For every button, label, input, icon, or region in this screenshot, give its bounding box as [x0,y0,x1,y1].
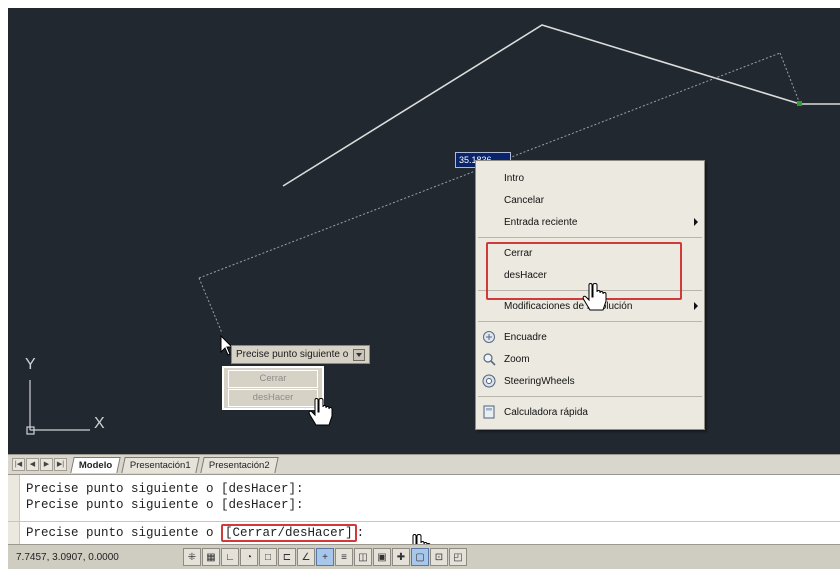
command-prompt-text: Precise punto siguiente o [26,526,222,540]
dynamic-input-prompt[interactable]: Precise punto siguiente o [231,345,371,364]
tab-navigation: |◀ ◀ ▶ ▶| [12,458,68,471]
tab-label: Modelo [78,459,113,471]
lineweight-icon[interactable]: ≡ [335,548,353,566]
drawing-geometry [26,24,840,435]
command-history-line: Precise punto siguiente o [desHacer]: [26,498,304,512]
menu-item-label: SteeringWheels [504,375,575,387]
quick-properties-icon[interactable]: ▣ [373,548,391,566]
steering-wheels-icon [482,374,496,388]
hand-cursor-icon [582,283,607,311]
menu-item-label: Calculadora rápida [504,406,588,418]
menu-item-zoom[interactable]: Zoom [476,348,704,370]
ucs-icon [26,380,90,435]
status-bar: 7.7457, 3.0907, 0.0000 ⁜ ▦ ∟ ◔ □ ⊏ ∠ + ≡… [8,544,840,569]
ucs-y-label: Y [25,356,36,373]
menu-item-label: Intro [504,172,525,184]
next-tab-icon[interactable]: ▶ [40,458,53,471]
selection-cycling-icon[interactable]: ✚ [392,548,410,566]
command-history-line: Precise punto siguiente o [desHacer]: [26,482,304,496]
model-paper-icon[interactable]: ⊡ [430,548,448,566]
hand-cursor-icon [308,398,333,426]
menu-item-encuadre[interactable]: Encuadre [476,326,704,348]
menu-item-entrada-reciente[interactable]: Entrada reciente [476,211,704,233]
dynamic-prompt-text: Precise punto siguiente o [236,349,349,360]
zoom-icon [483,353,496,366]
ucs-x-label: X [94,415,105,432]
menu-item-label: Zoom [504,353,530,365]
submenu-arrow-icon [694,302,698,310]
menu-item-label: Modificaciones de resolución [504,300,633,312]
object-snap-tracking-icon[interactable]: ⊏ [278,548,296,566]
quick-view-icon[interactable]: ◰ [449,548,467,566]
last-tab-icon[interactable]: ▶| [54,458,67,471]
tab-label: Presentación2 [208,459,270,471]
layout-tabs-bar: |◀ ◀ ▶ ▶| Modelo Presentación1 Presentac… [8,454,840,474]
first-tab-icon[interactable]: |◀ [12,458,25,471]
command-options-highlight[interactable]: [Cerrar/desHacer] [221,524,357,542]
status-coordinates[interactable]: 7.7457, 3.0907, 0.0000 [8,552,183,563]
endpoint-marker [797,101,802,106]
tab-presentacion1[interactable]: Presentación1 [121,456,200,473]
menu-separator [478,396,702,397]
polar-tracking-icon[interactable]: ◔ [240,548,258,566]
grid-display-icon[interactable]: ▦ [202,548,220,566]
annotation-monitor-icon[interactable]: ▢ [411,548,429,566]
drawing-canvas[interactable]: Y X [8,8,840,454]
object-snap-icon[interactable]: □ [259,548,277,566]
transparency-icon[interactable]: ◫ [354,548,372,566]
menu-item-intro[interactable]: Intro [476,167,704,189]
menu-item-label: Cancelar [504,194,545,206]
tab-modelo[interactable]: Modelo [70,456,121,473]
rubber-band-line [198,277,223,334]
snap-mode-icon[interactable]: ⁜ [183,548,201,566]
menu-item-label: Encuadre [504,331,547,343]
dynamic-option-cerrar[interactable]: Cerrar [228,370,318,388]
command-history: Precise punto siguiente o [desHacer]: Pr… [26,481,304,513]
calculator-icon [483,405,495,419]
prev-tab-icon[interactable]: ◀ [26,458,39,471]
menu-item-steeringwheels[interactable]: SteeringWheels [476,370,704,392]
command-prompt-suffix: : [356,526,365,540]
pan-icon [483,331,495,343]
allow-ucs-icon[interactable]: ∠ [297,548,315,566]
submenu-arrow-icon [694,218,698,226]
menu-item-label: Entrada reciente [504,216,578,228]
ortho-mode-icon[interactable]: ∟ [221,548,239,566]
tab-label: Presentación1 [130,459,191,471]
menu-item-cancelar[interactable]: Cancelar [476,189,704,211]
menu-item-calculadora-rapida[interactable]: Calculadora rápida [476,401,704,423]
menu-separator [478,321,702,322]
dynamic-input-icon[interactable]: + [316,548,334,566]
dropdown-arrow-icon[interactable] [353,348,366,361]
menu-separator [478,237,702,238]
tab-presentacion2[interactable]: Presentación2 [200,456,279,473]
rubber-band-line [779,52,801,105]
